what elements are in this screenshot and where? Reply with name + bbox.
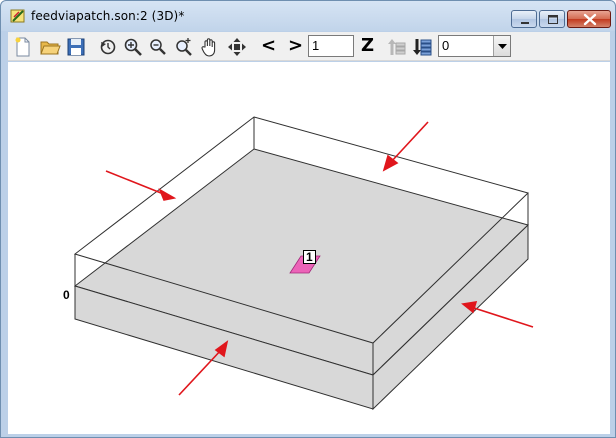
3d-view-drawing: 1 0 — [63, 116, 534, 411]
open-folder-icon — [40, 41, 61, 55]
arrow-bottom-right — [461, 301, 534, 328]
zoom-fit-icon — [176, 38, 192, 56]
new-button[interactable] — [12, 36, 34, 58]
app-window: feedviapatch.son:2 (3D)* < > 1 Z 0 1 0 — [0, 0, 616, 438]
save-button[interactable] — [65, 36, 87, 58]
layer-up-button[interactable] — [386, 36, 408, 58]
port-label: 1 — [306, 250, 313, 264]
minimize-button[interactable] — [511, 10, 537, 28]
layer-up-icon — [388, 39, 406, 55]
save-disk-icon — [67, 38, 85, 56]
previous-level-button[interactable]: < — [261, 35, 276, 56]
maximize-icon — [548, 15, 558, 24]
layer-select[interactable]: 0 — [438, 35, 511, 57]
zoom-out-icon — [150, 39, 166, 55]
zoom-out-button[interactable] — [147, 36, 169, 58]
close-icon — [583, 13, 597, 26]
layer-select-dropdown-button[interactable] — [493, 36, 510, 56]
layer-select-value: 0 — [442, 38, 450, 53]
toolbar: < > 1 Z 0 — [8, 32, 610, 61]
level-input[interactable]: 1 — [308, 35, 354, 57]
layer-down-button[interactable] — [411, 36, 433, 58]
rotate-icon — [100, 39, 116, 55]
arrow-top-right — [382, 121, 429, 172]
3d-view-canvas[interactable]: 1 0 — [8, 62, 610, 434]
rotate-button[interactable] — [97, 36, 119, 58]
move-arrows-icon — [228, 38, 246, 56]
app-logo-icon — [10, 9, 25, 23]
z-view-button[interactable]: Z — [361, 35, 374, 56]
minimize-icon — [521, 22, 529, 24]
maximize-button[interactable] — [539, 10, 565, 28]
level-input-value: 1 — [312, 38, 320, 53]
chevron-down-icon — [498, 44, 507, 49]
move-button[interactable] — [226, 36, 248, 58]
zoom-in-icon — [124, 38, 142, 56]
next-level-button[interactable]: > — [288, 35, 303, 56]
zoom-in-button[interactable] — [122, 36, 144, 58]
title-bar[interactable]: feedviapatch.son:2 (3D)* — [1, 1, 615, 31]
window-title: feedviapatch.son:2 (3D)* — [31, 9, 185, 23]
level-label: 0 — [63, 288, 70, 302]
new-icon — [15, 37, 30, 57]
close-button[interactable] — [567, 10, 611, 28]
zoom-fit-button[interactable] — [173, 36, 195, 58]
pan-button[interactable] — [199, 36, 221, 58]
open-button[interactable] — [39, 36, 61, 58]
pan-hand-icon — [201, 38, 216, 57]
layer-down-icon — [413, 39, 432, 56]
